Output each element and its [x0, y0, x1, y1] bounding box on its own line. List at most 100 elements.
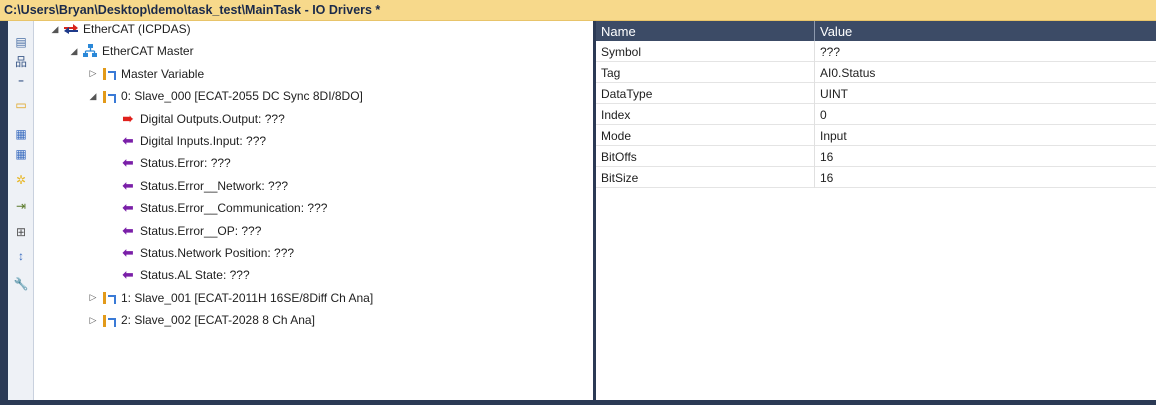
property-value[interactable]: ???: [820, 45, 840, 59]
cell-divider: [814, 167, 815, 188]
property-name: Symbol: [601, 45, 642, 59]
input-variable-icon: ⬅: [122, 267, 134, 283]
toolbar-button[interactable]: ▭: [11, 96, 31, 114]
toolbar-button[interactable]: 🔧: [11, 275, 31, 293]
cell-divider: [814, 83, 815, 104]
tree-item-label: 2: Slave_002 [ECAT-2028 8 Ch Ana]: [121, 313, 315, 328]
tree-item[interactable]: ▷ 2: Slave_002 [ECAT-2028 8 Ch Ana]: [86, 309, 315, 331]
tree-item-label: 1: Slave_001 [ECAT-2011H 16SE/8Diff Ch A…: [121, 290, 374, 305]
expand-arrow-icon[interactable]: ▷: [86, 68, 100, 79]
io-drivers-panel: ▤ 品 ⁼ ▭ ▦ ▦ ✲ ⇥ ⊞ ↕ 🔧 ◢ EtherCAT (ICPDAS) ◢ EtherCAT …: [0, 21, 1156, 405]
tree-item[interactable]: ⬅ Status.AL State: ???: [105, 264, 250, 286]
tree-item[interactable]: ⬅ Status.Error__Network: ???: [105, 175, 289, 197]
window-title: C:\Users\Bryan\Desktop\demo\task_test\Ma…: [0, 0, 1156, 21]
tree-item-label: Status.AL State: ???: [140, 268, 250, 283]
tree-item[interactable]: ⬅ Digital Inputs.Input: ???: [105, 130, 267, 152]
property-row[interactable]: BitOffs 16: [596, 146, 1156, 167]
tree-item-label: Digital Inputs.Input: ???: [140, 134, 267, 148]
property-value[interactable]: 0: [820, 108, 827, 122]
tree-item[interactable]: ⬅ Status.Error__OP: ???: [105, 220, 262, 242]
column-header-value[interactable]: Value: [815, 21, 1156, 41]
collapse-arrow-icon[interactable]: ◢: [67, 46, 81, 57]
property-value[interactable]: UINT: [820, 87, 848, 101]
ethercat-icon: [62, 21, 80, 37]
cell-divider: [814, 104, 815, 125]
wrench-icon: 🔧: [13, 277, 29, 291]
input-variable-icon: ⬅: [122, 200, 134, 216]
property-value[interactable]: AI0.Status: [820, 66, 875, 80]
toolbar-button[interactable]: ▦: [11, 125, 31, 143]
expand-arrow-icon[interactable]: ▷: [86, 292, 100, 303]
property-name: Tag: [601, 66, 621, 80]
property-name: DataType: [601, 87, 653, 101]
export-icon: ⇥: [15, 199, 27, 213]
tree-item-label: Status.Error__Network: ???: [140, 178, 289, 193]
slave-icon: [100, 312, 118, 328]
tree-item-label: Master Variable: [121, 66, 205, 81]
property-row[interactable]: DataType UINT: [596, 83, 1156, 104]
property-value[interactable]: 16: [820, 150, 833, 164]
insert-device-icon: ▭: [15, 98, 27, 112]
property-row[interactable]: Symbol???: [596, 41, 1156, 62]
sort-icon: ↕: [18, 249, 24, 263]
cell-divider: [814, 41, 815, 62]
tree-item-label: Status.Network Position: ???: [140, 246, 295, 260]
input-variable-icon: ⬅: [122, 177, 134, 193]
tree-item[interactable]: ⬅ Status.Error: ???: [105, 152, 231, 174]
property-row[interactable]: Index 0: [596, 104, 1156, 125]
tree-item[interactable]: ⬅ Status.Error__Communication: ???: [105, 197, 328, 219]
property-row[interactable]: BitSize 16: [596, 167, 1156, 188]
collapse-arrow-icon[interactable]: ◢: [48, 24, 62, 35]
grid-icon: ▦: [15, 127, 27, 141]
expand-arrow-icon[interactable]: ▷: [86, 315, 100, 326]
tree-item[interactable]: ▷ 1: Slave_001 [ECAT-2011H 16SE/8Diff Ch …: [86, 287, 374, 309]
toolbar-button[interactable]: ⇥: [11, 197, 31, 215]
collapse-arrow-icon[interactable]: ◢: [86, 91, 100, 102]
property-row[interactable]: Tag AI0.Status: [596, 62, 1156, 83]
tree-item[interactable]: ⬅ Status.Network Position: ???: [105, 242, 295, 264]
slave-icon: [100, 66, 118, 82]
toolbar-button[interactable]: ⁼: [11, 74, 31, 92]
toolbar-button[interactable]: ▤: [11, 33, 31, 51]
tree-item-label: EtherCAT (ICPDAS): [83, 22, 191, 36]
cell-divider: [814, 62, 815, 83]
tree-item[interactable]: ◢ EtherCAT (ICPDAS): [48, 21, 191, 40]
property-value[interactable]: 16: [820, 171, 833, 185]
output-variable-icon: ➠: [122, 110, 134, 126]
network-icon: 品: [14, 55, 27, 69]
tree-item[interactable]: ➠ Digital Outputs.Output: ???: [105, 108, 285, 130]
toolbar-button[interactable]: 品: [11, 53, 31, 71]
input-variable-icon: ⬅: [122, 245, 134, 260]
property-name: BitOffs: [601, 150, 637, 164]
property-row[interactable]: Mode Input: [596, 125, 1156, 146]
toolbar-button[interactable]: ⊞: [11, 223, 31, 241]
tree-item-label: Status.Error__OP: ???: [140, 223, 262, 238]
input-variable-icon: ⬅: [122, 222, 134, 238]
toolbar-button[interactable]: ✲: [11, 171, 31, 189]
tree-item[interactable]: ▷ Master Variable: [86, 63, 205, 85]
toolbar-button[interactable]: ▦: [11, 145, 31, 163]
tree-item-label: Status.Error__Communication: ???: [140, 201, 328, 216]
property-value[interactable]: Input: [820, 129, 847, 143]
property-name: Mode: [601, 129, 632, 143]
tree-item[interactable]: ◢ 0: Slave_000 [ECAT-2055 DC Sync 8DI/8DO…: [86, 85, 363, 107]
tree-item[interactable]: ◢ EtherCAT Master: [67, 40, 194, 62]
tree-view-icon: ▤: [15, 35, 27, 49]
scan-icon: ✲: [15, 173, 27, 187]
grid-alt-icon: ▦: [15, 147, 27, 161]
property-name: Index: [601, 108, 631, 122]
add-variable-icon: ⁼: [17, 76, 25, 90]
tree-item-label: 0: Slave_000 [ECAT-2055 DC Sync 8DI/8DO]: [121, 89, 363, 104]
property-name: BitSize: [601, 171, 639, 185]
properties-grid: Name Value Symbol??? Tag AI0.Status DataTyp…: [596, 21, 1156, 400]
cell-divider: [814, 125, 815, 146]
input-variable-icon: ⬅: [122, 133, 134, 148]
master-icon: [81, 43, 99, 59]
toolbar-button[interactable]: ↕: [11, 247, 31, 265]
column-header-name[interactable]: Name: [596, 21, 814, 41]
slave-icon: [100, 88, 118, 104]
expand-all-icon: ⊞: [15, 225, 27, 239]
slave-icon: [100, 290, 118, 306]
tree-item-label: Status.Error: ???: [140, 156, 231, 171]
tree-item-label: EtherCAT Master: [102, 44, 194, 59]
